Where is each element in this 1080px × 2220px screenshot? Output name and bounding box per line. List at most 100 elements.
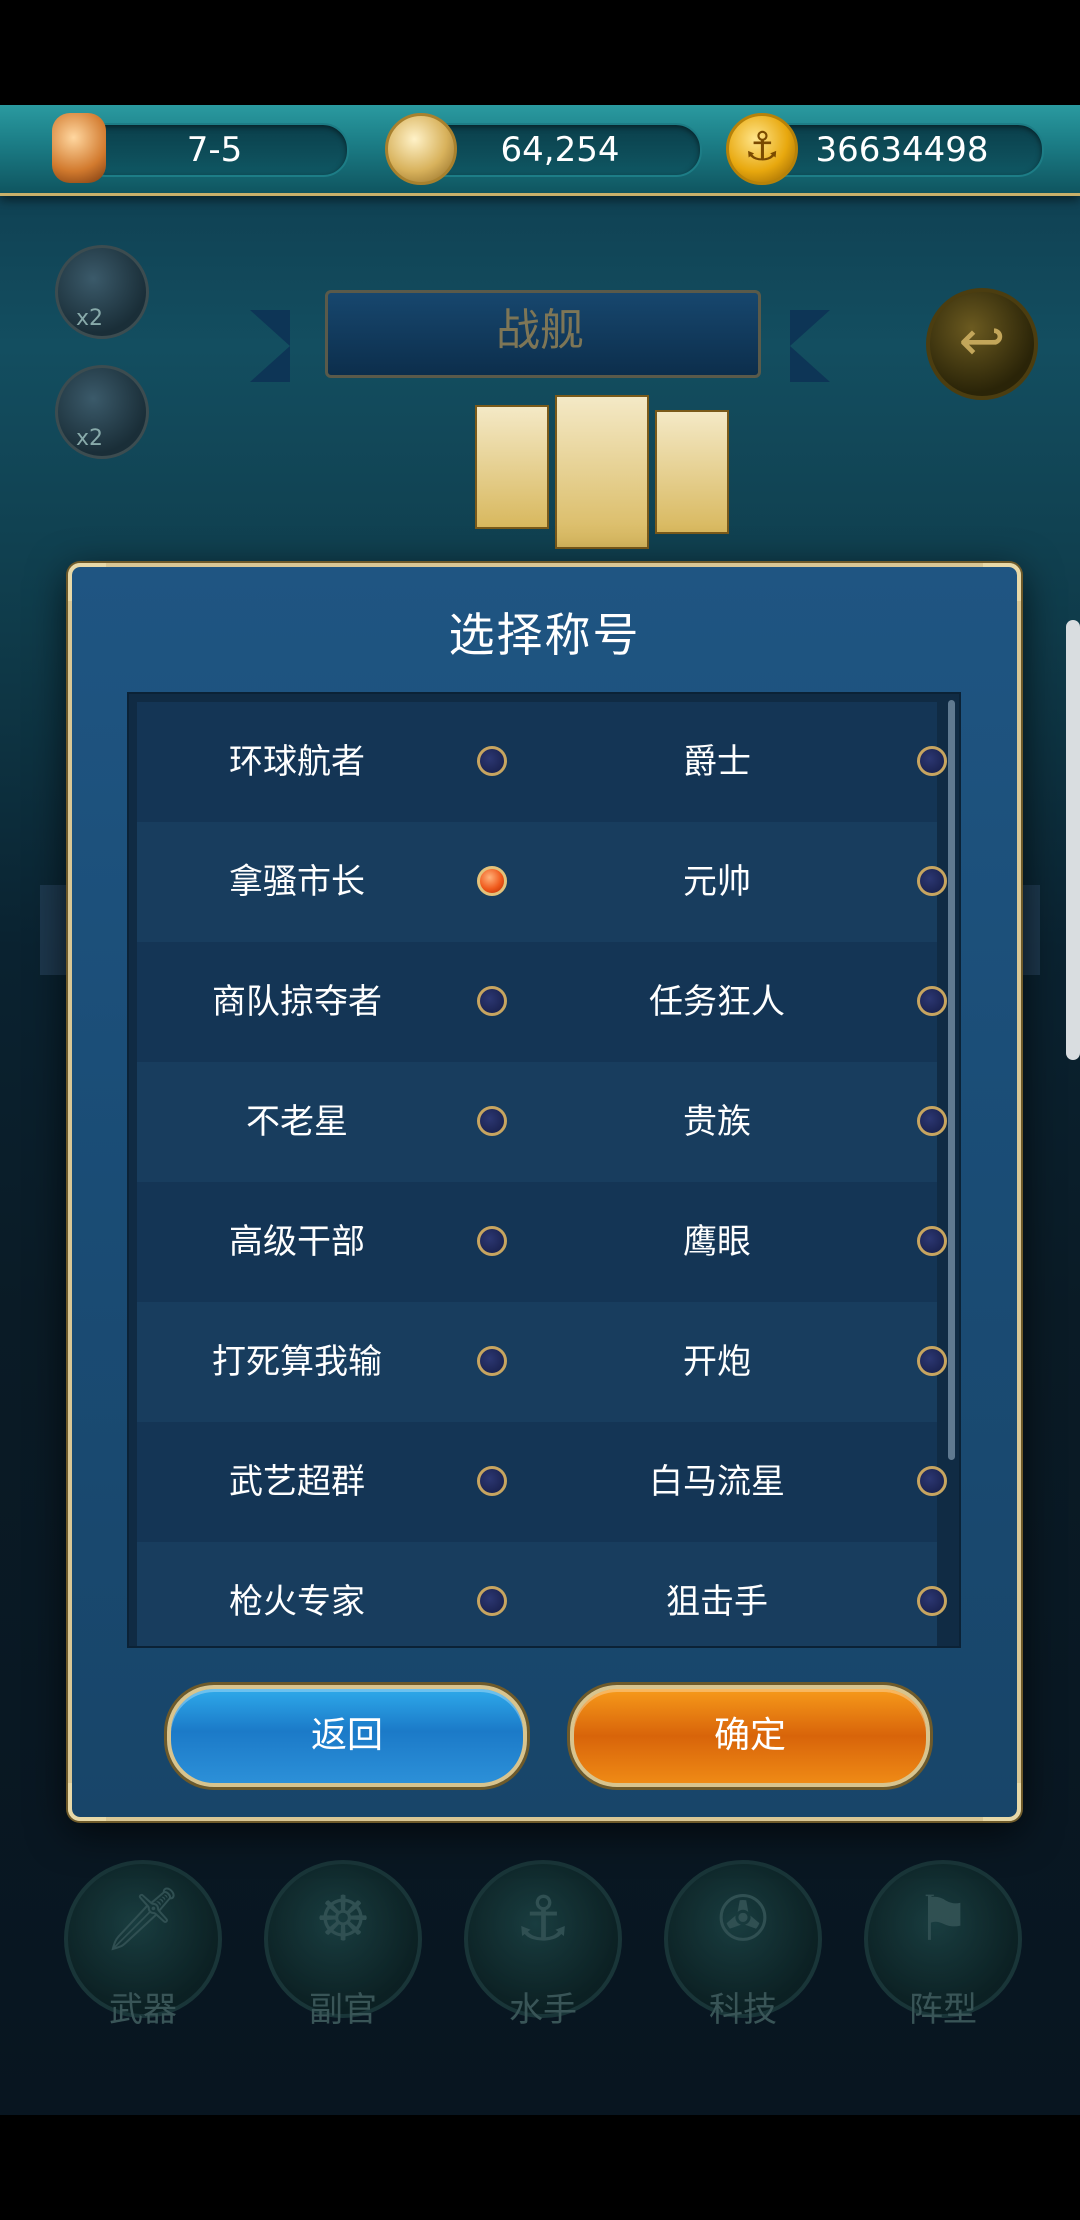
title-option-label: 白马流星 [649, 1462, 785, 1502]
nav-tech-button[interactable]: ✇ 科技 [664, 1860, 822, 2030]
radio-unselected-icon[interactable] [477, 1346, 507, 1376]
title-option[interactable]: 打死算我输 [137, 1302, 537, 1422]
radio-unselected-icon[interactable] [917, 1106, 947, 1136]
title-option[interactable]: 元帅 [537, 822, 947, 942]
title-option[interactable]: 不老星 [137, 1062, 537, 1182]
radio-selected-icon[interactable] [477, 866, 507, 896]
title-option-label: 打死算我输 [212, 1342, 382, 1382]
battle-boost-button[interactable]: x2 [55, 365, 149, 459]
title-option-label: 环球航者 [229, 742, 365, 782]
radio-unselected-icon[interactable] [917, 746, 947, 776]
title-option[interactable]: 高级干部 [137, 1182, 537, 1302]
corner-ornament [983, 1783, 1021, 1821]
radio-unselected-icon[interactable] [477, 1586, 507, 1616]
title-option-label: 鹰眼 [683, 1222, 751, 1262]
sail-right [655, 410, 729, 534]
title-option[interactable]: 商队掠夺者 [137, 942, 537, 1062]
title-option-label: 枪火专家 [229, 1582, 365, 1622]
search-boost-badge: x2 [76, 306, 104, 331]
confirm-button[interactable]: 确定 [570, 1685, 930, 1787]
hourglass-icon [52, 113, 106, 183]
compass-icon: ✇ [717, 1882, 769, 1955]
title-option[interactable]: 狙击手 [537, 1542, 947, 1646]
title-select-dialog: 选择称号 环球航者 爵士 拿骚市长 元帅商队掠夺者 任务狂人不老星 贵族高级干部 鹰眼打死算… [68, 563, 1021, 1821]
title-option[interactable]: 环球航者 [137, 702, 537, 822]
page-title: 战舰 [496, 305, 584, 356]
title-option[interactable]: 枪火专家 [137, 1542, 537, 1646]
stage-value: 7-5 [186, 130, 243, 170]
list-row: 环球航者 爵士 [137, 702, 947, 822]
list-row: 拿骚市长 元帅 [137, 822, 947, 942]
back-button[interactable]: 返回 [167, 1685, 527, 1787]
title-option[interactable]: 武艺超群 [137, 1422, 537, 1542]
list-row: 商队掠夺者 任务狂人 [137, 942, 947, 1062]
page-banner: 战舰 [250, 290, 830, 382]
title-list[interactable]: 环球航者 爵士 拿骚市长 元帅商队掠夺者 任务狂人不老星 贵族高级干部 鹰眼打死算我输 开炮武… [127, 692, 961, 1648]
radio-unselected-icon[interactable] [477, 1466, 507, 1496]
banner-tail-right [790, 310, 830, 382]
return-arrow-button[interactable]: ↩ [926, 288, 1038, 400]
radio-unselected-icon[interactable] [477, 746, 507, 776]
compass-value: 64,254 [500, 130, 620, 170]
nav-sailors-button[interactable]: ⚓ 水手 [464, 1860, 622, 2030]
nav-officer-button[interactable]: ☸ 副官 [264, 1860, 422, 2030]
nav-weapons-button[interactable]: 🗡 武器 [64, 1860, 222, 2030]
radio-unselected-icon[interactable] [917, 986, 947, 1016]
navigation-bar-area [0, 2115, 1080, 2220]
compass-pill: 64,254 [418, 123, 702, 177]
radio-unselected-icon[interactable] [917, 866, 947, 896]
radio-unselected-icon[interactable] [917, 1466, 947, 1496]
battle-boost-badge: x2 [76, 426, 104, 451]
banner-tail-left [250, 310, 290, 382]
nav-tech-label: 科技 [709, 1990, 777, 2030]
title-option-label: 开炮 [683, 1342, 751, 1382]
nav-formation-label: 阵型 [909, 1990, 977, 2030]
title-option[interactable]: 拿骚市长 [137, 822, 537, 942]
title-option[interactable]: 爵士 [537, 702, 947, 822]
radio-unselected-icon[interactable] [477, 1226, 507, 1256]
nav-formation-button[interactable]: ⚑ 阵型 [864, 1860, 1022, 2030]
sail-left [475, 405, 549, 529]
flag-icon: ⚑ [915, 1882, 971, 1955]
title-option[interactable]: 贵族 [537, 1062, 947, 1182]
corner-ornament [68, 1783, 106, 1821]
title-option[interactable]: 开炮 [537, 1302, 947, 1422]
list-scrollbar[interactable] [948, 700, 955, 1460]
nav-weapons-label: 武器 [109, 1990, 177, 2030]
hook-icon: ⚓ [515, 1882, 571, 1955]
dialog-title: 选择称号 [448, 608, 641, 662]
stage-pill: 7-5 [80, 123, 349, 177]
list-row: 武艺超群 白马流星 [137, 1422, 947, 1542]
warship-image [455, 395, 755, 575]
anchor-coin-icon: ⚓ [726, 113, 798, 185]
list-row: 不老星 贵族 [137, 1062, 947, 1182]
game-screen: 7-5 64,254 36634498 ⚓ x2 x2 ↩ 战舰 🗡 武器 ☸ … [0, 0, 1080, 2220]
resource-bar: 7-5 64,254 36634498 ⚓ [0, 105, 1080, 196]
title-option-label: 商队掠夺者 [212, 982, 382, 1022]
search-boost-button[interactable]: x2 [55, 245, 149, 339]
gold-pill: 36634498 [760, 123, 1044, 177]
title-option[interactable]: 白马流星 [537, 1422, 947, 1542]
list-row: 高级干部 鹰眼 [137, 1182, 947, 1302]
title-option-label: 贵族 [683, 1102, 751, 1142]
helm-icon: ☸ [315, 1882, 371, 1955]
radio-unselected-icon[interactable] [917, 1346, 947, 1376]
title-option-label: 狙击手 [666, 1582, 768, 1622]
title-option-label: 不老星 [246, 1102, 348, 1142]
radio-unselected-icon[interactable] [477, 986, 507, 1016]
title-option-label: 任务狂人 [649, 982, 785, 1022]
list-row: 枪火专家 狙击手 [137, 1542, 947, 1646]
title-option-label: 元帅 [683, 862, 751, 902]
nav-sailors-label: 水手 [509, 1990, 577, 2030]
title-option-label: 武艺超群 [229, 1462, 365, 1502]
radio-unselected-icon[interactable] [917, 1586, 947, 1616]
radio-unselected-icon[interactable] [917, 1226, 947, 1256]
radio-unselected-icon[interactable] [477, 1106, 507, 1136]
title-option[interactable]: 任务狂人 [537, 942, 947, 1062]
bottom-nav: 🗡 武器 ☸ 副官 ⚓ 水手 ✇ 科技 ⚑ 阵型 [0, 1860, 1080, 2030]
edge-panel-handle[interactable] [1066, 620, 1080, 1060]
title-option[interactable]: 鹰眼 [537, 1182, 947, 1302]
compass-icon [385, 113, 457, 185]
title-option-label: 高级干部 [229, 1222, 365, 1262]
sail-main [555, 395, 649, 549]
